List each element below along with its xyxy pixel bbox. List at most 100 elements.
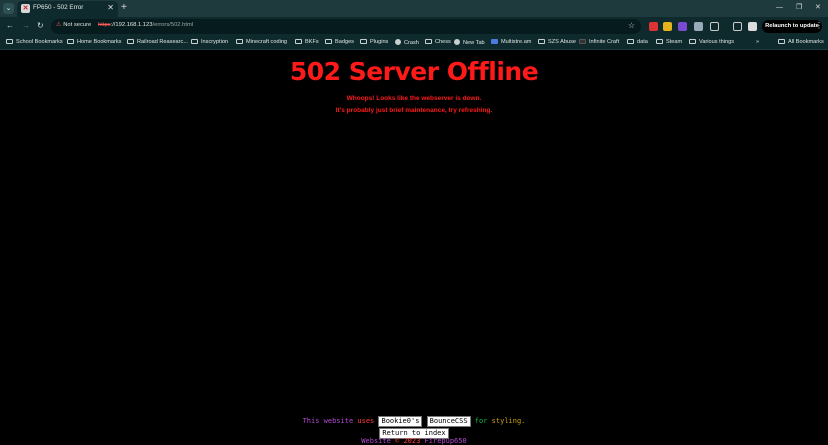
active-tab[interactable]: ✕ FP650 - 502 Error ✕ — [17, 1, 118, 17]
folder-icon — [325, 39, 332, 44]
not-secure-label: Not secure — [63, 22, 92, 28]
copyright-owner: Firepup650 — [424, 437, 467, 445]
credits-word: This — [302, 417, 320, 425]
site-icon — [491, 39, 498, 44]
folder-icon — [689, 39, 696, 44]
globe-icon — [395, 39, 401, 45]
bookmark-item[interactable]: Home Bookmarks — [67, 39, 121, 45]
globe-icon — [454, 39, 460, 45]
folder-icon — [656, 39, 663, 44]
extension-icon[interactable] — [663, 22, 672, 31]
folder-icon — [627, 39, 634, 44]
bookmark-item[interactable]: New Tab — [454, 39, 485, 46]
bookmark-item[interactable]: Infinite Craft — [579, 39, 619, 45]
site-icon — [579, 39, 586, 44]
reload-icon[interactable]: ↻ — [37, 20, 44, 32]
error-title: 502 Server Offline — [289, 57, 539, 86]
toolbar: ← → ↻ ⚠ Not secure https://192.168.1.123/… — [0, 17, 828, 36]
url-scheme: https — [98, 22, 111, 28]
bookmark-label: Railroad Reasearc... — [137, 39, 188, 45]
bookmark-label: Multistre.am — [501, 39, 532, 45]
credits-word: styling. — [491, 417, 526, 425]
extensions-puzzle-icon[interactable] — [710, 22, 719, 31]
bookmark-label: Home Bookmarks — [77, 39, 122, 45]
url-host: ://192.168.1.123 — [110, 22, 153, 28]
bookie-link[interactable]: Bookie0's — [378, 416, 423, 427]
extension-icon[interactable] — [649, 22, 658, 31]
page-content: 502 Server Offline Whoops! Looks like th… — [0, 51, 828, 445]
folder-icon — [127, 39, 134, 44]
error-message-line1: Whoops! Looks like the webserver is down… — [346, 95, 482, 102]
url-path: /errors/502.html — [152, 22, 194, 28]
tab-close-icon[interactable]: ✕ — [107, 3, 114, 13]
menu-icon[interactable]: ⋮ — [815, 20, 823, 32]
copyright-website: Website — [361, 437, 391, 445]
bookmark-item[interactable]: SZS Abuse — [538, 39, 576, 45]
bookmark-item[interactable]: Plugins — [360, 39, 388, 45]
bookmark-item[interactable]: Steam — [656, 39, 682, 45]
tab-strip: ⌄ ✕ FP650 - 502 Error ✕ + — ❐ ✕ — [0, 0, 828, 17]
folder-icon — [295, 39, 302, 44]
folder-icon — [191, 39, 198, 44]
all-bookmarks-label: All Bookmarks — [788, 39, 824, 45]
new-tab-button[interactable]: + — [121, 2, 127, 14]
bookmark-label: School Bookmarks — [16, 39, 63, 45]
folder-icon — [6, 39, 13, 44]
copyright-year: © 2023 — [395, 437, 421, 445]
chevron-down-icon: ⌄ — [5, 5, 12, 12]
bookmark-item[interactable]: Crash — [395, 39, 419, 46]
bookmark-item[interactable]: Minecraft coding — [236, 39, 287, 45]
bookmark-label: SZS Abuse — [548, 39, 576, 45]
minimize-icon[interactable]: — — [776, 2, 783, 14]
security-chip[interactable]: ⚠ Not secure — [56, 22, 91, 28]
tab-favicon-icon: ✕ — [21, 4, 30, 13]
bookmark-star-icon[interactable]: ☆ — [628, 21, 635, 30]
window-close-icon[interactable]: ✕ — [815, 2, 821, 14]
sidebar-icon[interactable] — [733, 22, 742, 31]
folder-icon — [67, 39, 74, 44]
bookmark-item[interactable]: Chess — [425, 39, 451, 45]
bookmark-item[interactable]: Badges — [325, 39, 354, 45]
all-bookmarks-button[interactable]: All Bookmarks — [778, 39, 824, 45]
bookmark-label: Various things — [699, 39, 735, 45]
bookmark-label: Minecraft coding — [246, 39, 288, 45]
tab-search-button[interactable]: ⌄ — [3, 3, 14, 14]
bookmark-item[interactable]: data — [627, 39, 648, 45]
bookmark-label: Badges — [335, 39, 354, 45]
folder-icon — [778, 39, 785, 44]
url-text[interactable]: https://192.168.1.123/errors/502.html — [98, 22, 193, 28]
bookmark-label: Infinite Craft — [589, 39, 620, 45]
folder-icon — [538, 39, 545, 44]
bookmark-item[interactable]: School Bookmarks — [6, 39, 63, 45]
forward-icon[interactable]: → — [22, 20, 30, 32]
credits-word: website — [323, 417, 354, 425]
bookmark-item[interactable]: Inscryption — [191, 39, 228, 45]
credits-word: for — [474, 417, 488, 425]
back-icon[interactable]: ← — [6, 20, 14, 32]
folder-icon — [236, 39, 243, 44]
bookmark-item[interactable]: Multistre.am — [491, 39, 531, 45]
folder-icon — [360, 39, 367, 44]
bookmarks-bar: School Bookmarks Home Bookmarks Railroad… — [0, 36, 828, 50]
tab-title: FP650 - 502 Error — [33, 4, 84, 11]
bookmark-label: Chess — [435, 39, 451, 45]
bouncecss-link[interactable]: BounceCSS — [426, 416, 471, 427]
chess-icon — [425, 39, 432, 44]
bookmarks-overflow-icon[interactable]: » — [756, 39, 759, 45]
bookmark-item[interactable]: BKFs — [295, 39, 319, 45]
maximize-icon[interactable]: ❐ — [796, 2, 802, 14]
credits-line: This website uses Bookie0's BounceCSS fo… — [0, 416, 828, 427]
credits-word: uses — [357, 417, 375, 425]
bookmark-label: Steam — [666, 39, 683, 45]
profile-avatar[interactable] — [748, 22, 757, 31]
extension-icon[interactable] — [678, 22, 687, 31]
bookmark-item[interactable]: Railroad Reasearc... — [127, 39, 188, 45]
relaunch-button[interactable]: Relaunch to update — [762, 20, 822, 33]
warning-icon: ⚠ — [56, 22, 62, 28]
error-message-line2: It's probably just brief maintenance, tr… — [335, 107, 493, 114]
extension-icon[interactable] — [694, 22, 703, 31]
bookmark-item[interactable]: Various things — [689, 39, 734, 45]
bookmark-label: Crash — [404, 40, 419, 46]
bookmark-label: Inscryption — [201, 39, 229, 45]
address-bar[interactable]: ⚠ Not secure https://192.168.1.123/errors… — [51, 19, 641, 34]
